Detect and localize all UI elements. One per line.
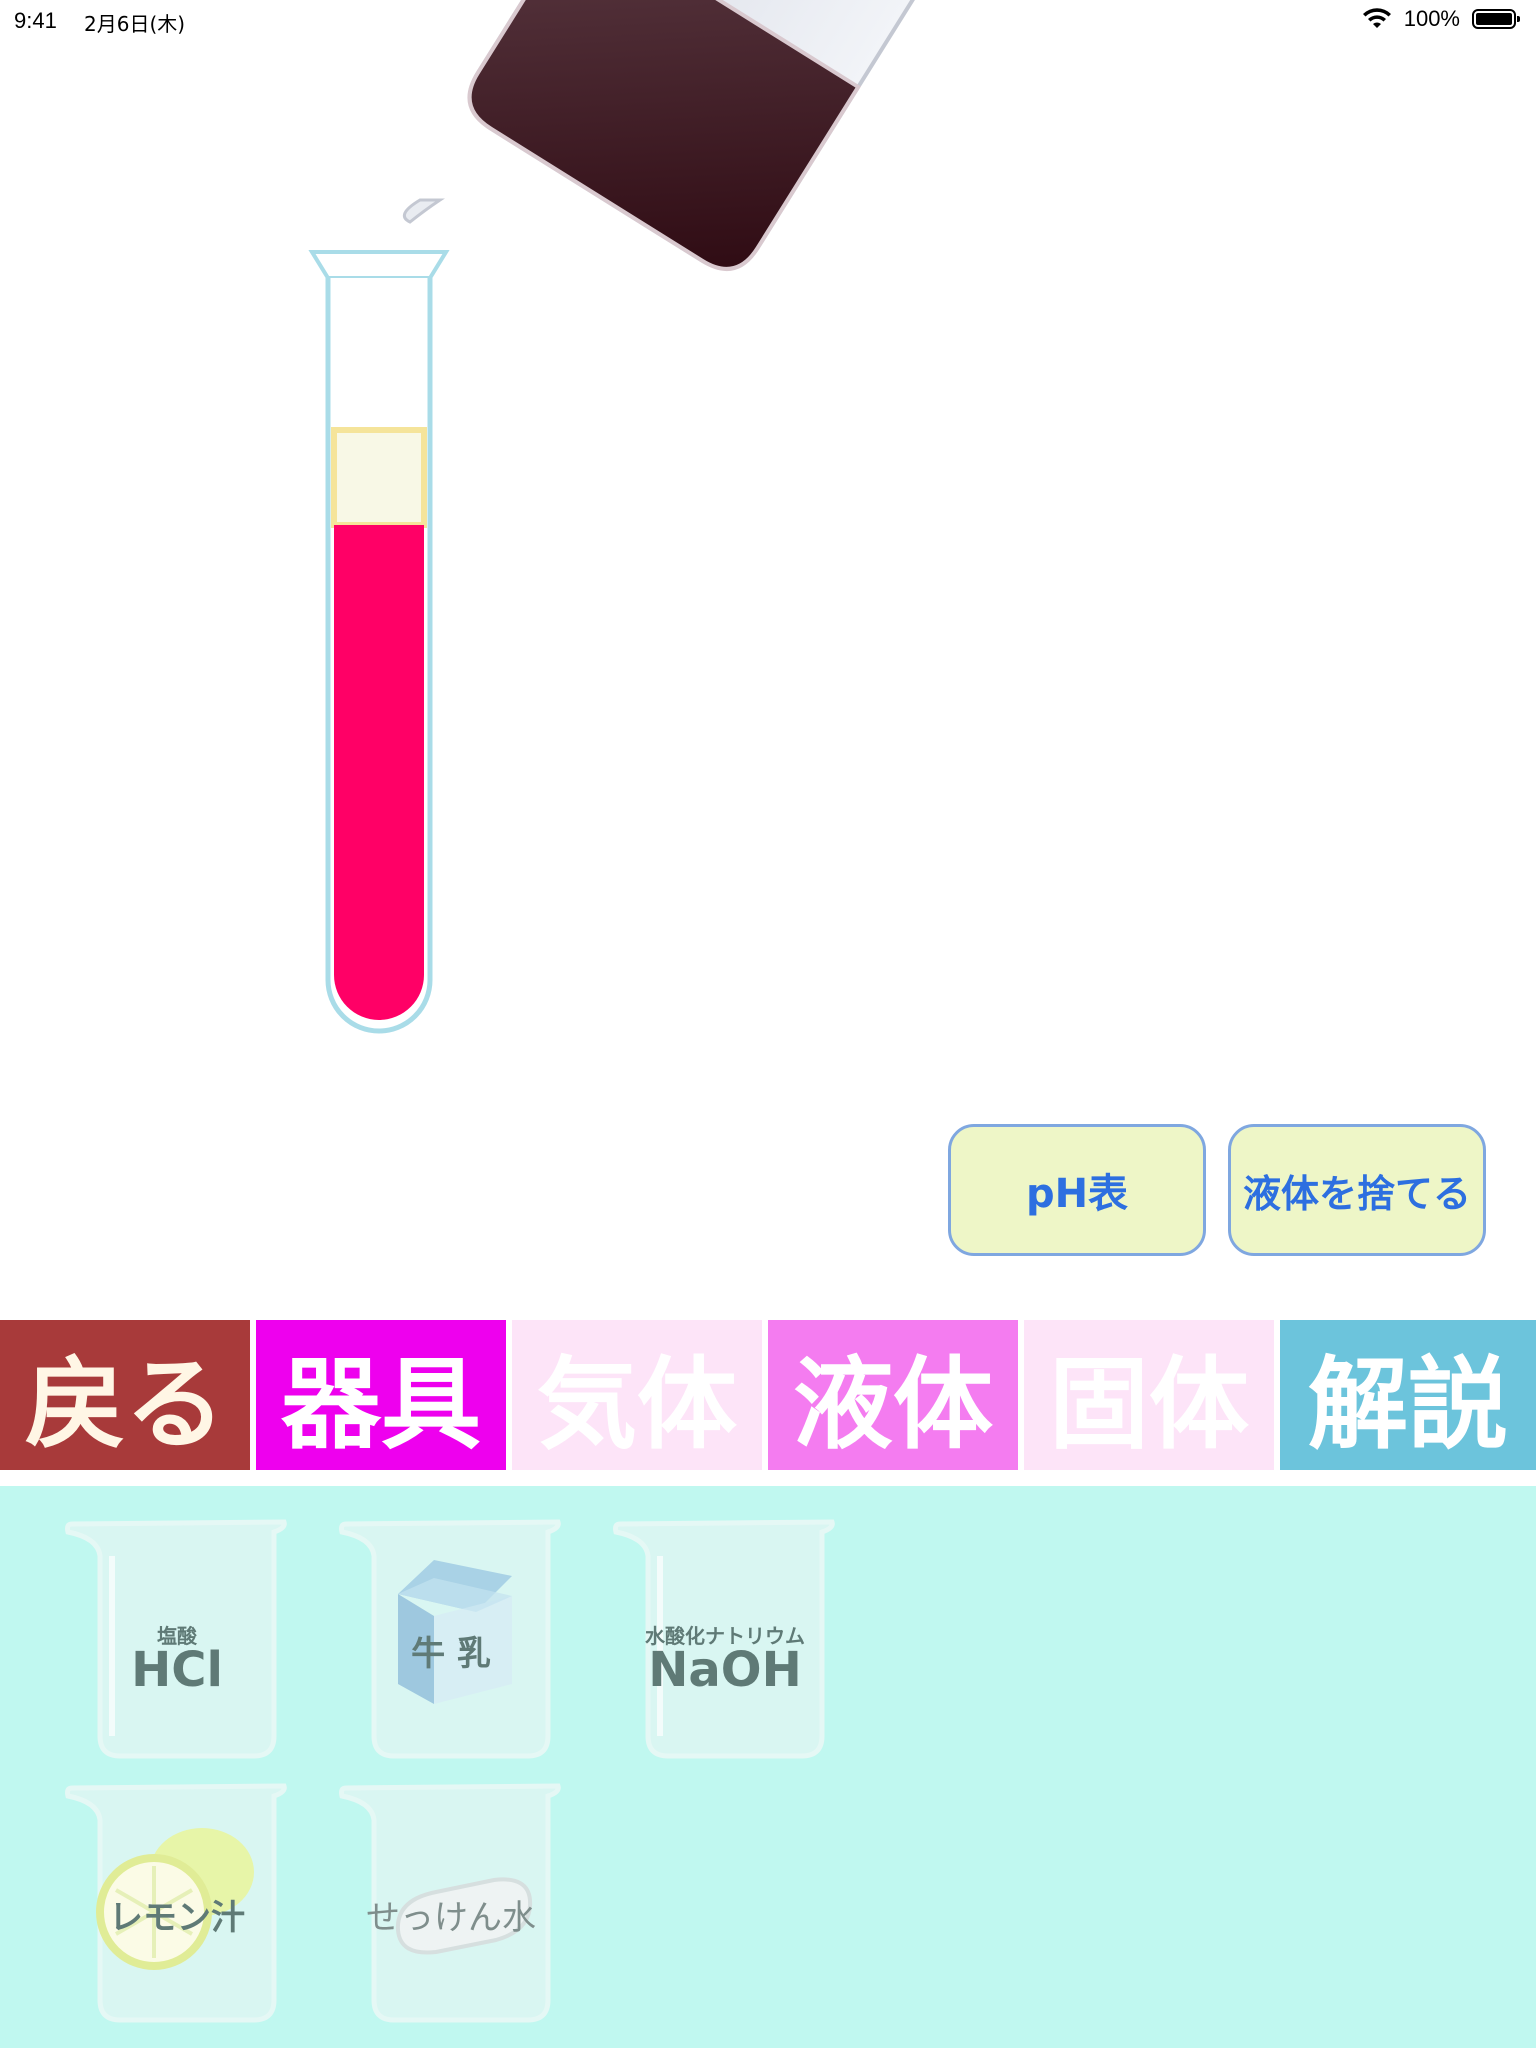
beaker-milk[interactable]: 牛 乳 bbox=[336, 1516, 566, 1766]
liquid-tray: 塩酸 HCl 牛 乳 水酸化ナトリウム NaOH レモン汁 せっけん水 bbox=[0, 1486, 1536, 2048]
beaker-naoh[interactable]: 水酸化ナトリウム NaOH bbox=[610, 1516, 840, 1766]
category-tabs: 戻る 器具 気体 液体 固体 解説 bbox=[0, 1320, 1536, 1470]
tab-equipment[interactable]: 器具 bbox=[256, 1320, 506, 1470]
experiment-stage: pH表 液体を捨てる bbox=[0, 0, 1536, 1320]
liquid-formula: HCl bbox=[131, 1642, 223, 1698]
tab-gas[interactable]: 気体 bbox=[512, 1320, 762, 1470]
test-tube[interactable] bbox=[308, 250, 450, 1034]
tab-explanation[interactable]: 解説 bbox=[1280, 1320, 1536, 1470]
tab-solid[interactable]: 固体 bbox=[1024, 1320, 1274, 1470]
beaker-soap[interactable]: せっけん水 bbox=[336, 1780, 566, 2030]
beaker-lemon[interactable]: レモン汁 bbox=[62, 1780, 292, 2030]
tab-liquid[interactable]: 液体 bbox=[768, 1320, 1018, 1470]
liquid-name: 牛 乳 bbox=[411, 1634, 491, 1674]
ph-table-button[interactable]: pH表 bbox=[948, 1124, 1206, 1256]
beaker-hcl[interactable]: 塩酸 HCl bbox=[62, 1516, 292, 1766]
discard-liquid-button[interactable]: 液体を捨てる bbox=[1228, 1124, 1486, 1256]
liquid-name: せっけん水 bbox=[366, 1898, 536, 1938]
tab-back[interactable]: 戻る bbox=[0, 1320, 250, 1470]
pouring-beaker[interactable] bbox=[451, 0, 948, 282]
liquid-name: レモン汁 bbox=[109, 1898, 245, 1938]
liquid-formula: NaOH bbox=[648, 1642, 802, 1698]
